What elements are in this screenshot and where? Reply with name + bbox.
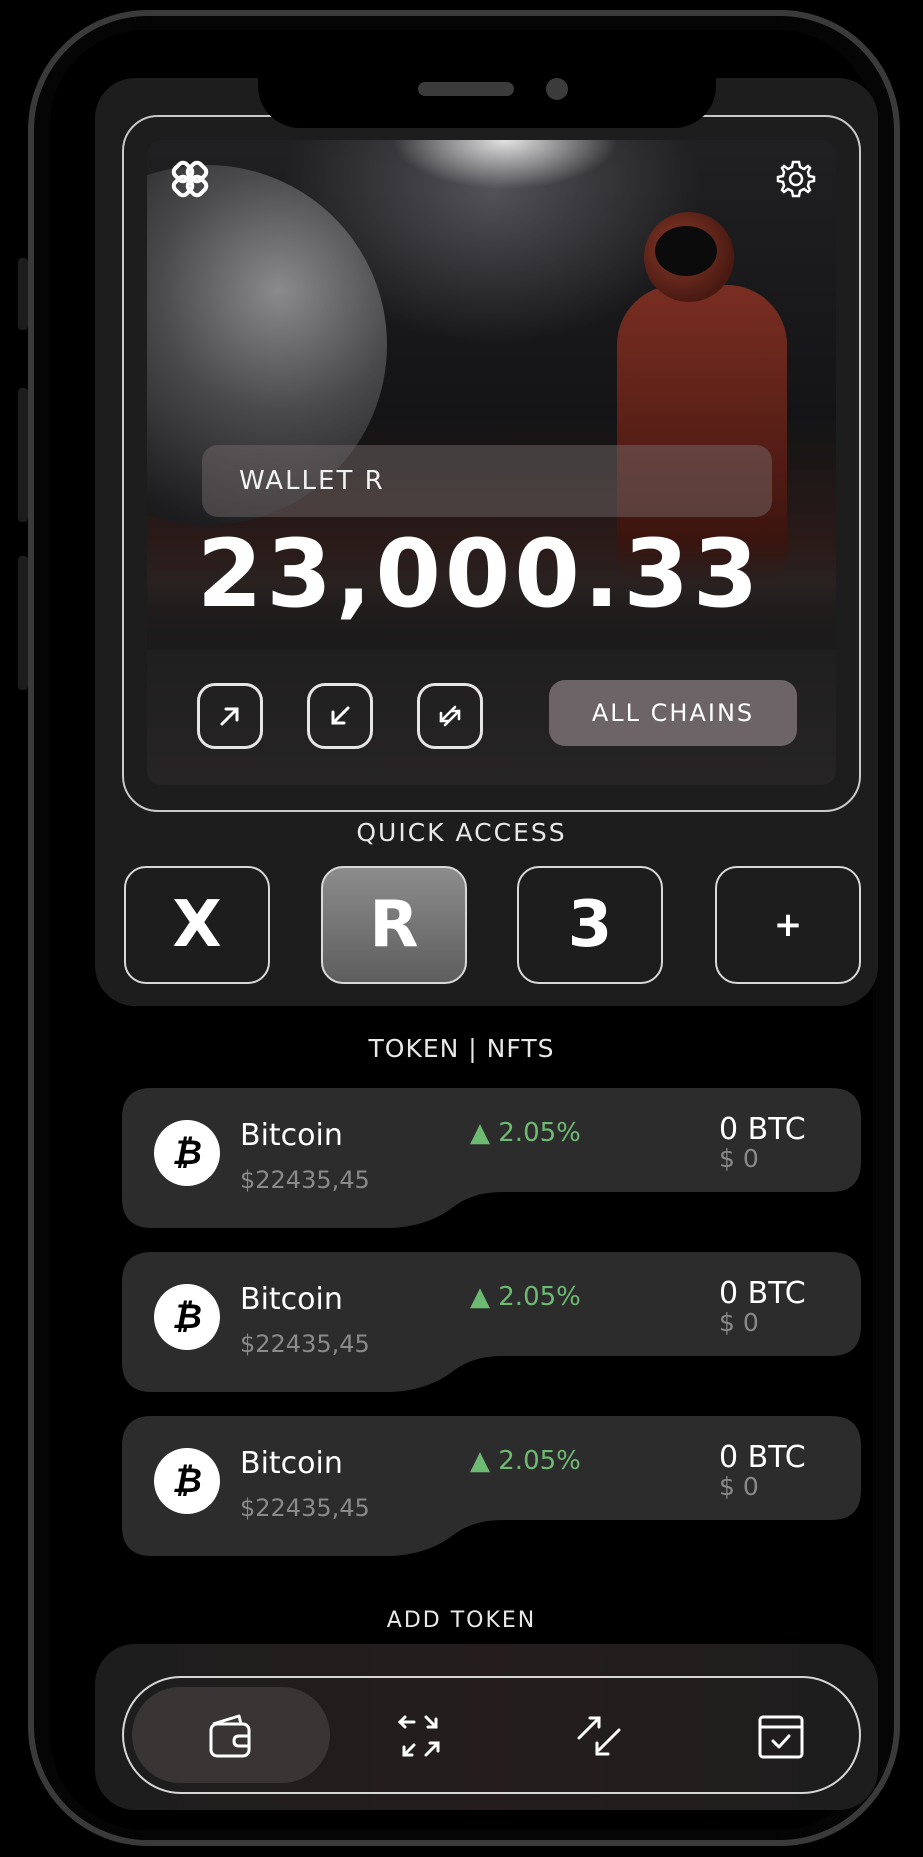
quick-access-x[interactable]: X [124,866,270,984]
token-nfts-tabs[interactable]: TOKEN | NFTS [0,1034,923,1063]
token-usd-value: $ 0 [719,1308,759,1337]
token-amount: 0 BTC [719,1112,806,1147]
token-row[interactable]: ₿ Bitcoin $22435,45 ▲ 2.05% 0 BTC $ 0 [122,1088,861,1228]
token-change: ▲ 2.05% [470,1282,581,1312]
token-usd-value: $ 0 [719,1472,759,1501]
wallet-icon[interactable] [205,1710,257,1762]
token-row[interactable]: ₿ Bitcoin $22435,45 ▲ 2.05% 0 BTC $ 0 [122,1252,861,1392]
brand-logo-icon[interactable] [167,156,213,202]
token-amount: 0 BTC [719,1276,806,1311]
speaker-grille [418,82,514,96]
phone-side-button [18,556,28,690]
wallet-balance: 23,000.33 [197,520,763,629]
token-name: Bitcoin [240,1446,343,1481]
swap-diagonal-icon [439,705,461,727]
token-name: Bitcoin [240,1282,343,1317]
token-change: ▲ 2.05% [470,1446,581,1476]
token-change: ▲ 2.05% [470,1118,581,1148]
wallet-card: WALLET R 23,000.33 ALL CHAINS [147,140,836,785]
token-usd-value: $ 0 [719,1144,759,1173]
token-price: $22435,45 [240,1330,370,1358]
receive-button[interactable] [307,683,373,749]
astronaut-visor [655,226,717,276]
transfer-icon[interactable] [573,1710,625,1762]
phone-side-button [18,258,28,330]
front-camera [546,78,568,100]
calendar-icon[interactable] [755,1710,807,1762]
quick-access-add[interactable]: + [715,866,861,984]
swap-button[interactable] [417,683,483,749]
arrow-down-left-icon [331,706,350,725]
quick-access-3[interactable]: 3 [517,866,663,984]
quick-access-title: QUICK ACCESS [356,818,567,847]
token-row[interactable]: ₿ Bitcoin $22435,45 ▲ 2.05% 0 BTC $ 0 [122,1416,861,1556]
phone-side-button [18,388,28,522]
bitcoin-icon: ₿ [154,1284,220,1350]
token-name: Bitcoin [240,1118,343,1153]
all-chains-button[interactable]: ALL CHAINS [549,680,797,746]
add-token-button[interactable]: ADD TOKEN [0,1608,923,1633]
token-amount: 0 BTC [719,1440,806,1475]
wallet-name-label: WALLET R [202,445,772,517]
bitcoin-icon: ₿ [154,1448,220,1514]
quick-access-r[interactable]: R [321,866,467,984]
phone-notch [258,50,716,128]
arrow-up-right-icon [220,707,239,726]
token-price: $22435,45 [240,1494,370,1522]
settings-gear-icon[interactable] [775,158,817,200]
send-button[interactable] [197,683,263,749]
bitcoin-icon: ₿ [154,1120,220,1186]
token-price: $22435,45 [240,1166,370,1194]
swap-arrows-icon[interactable] [394,1710,446,1762]
